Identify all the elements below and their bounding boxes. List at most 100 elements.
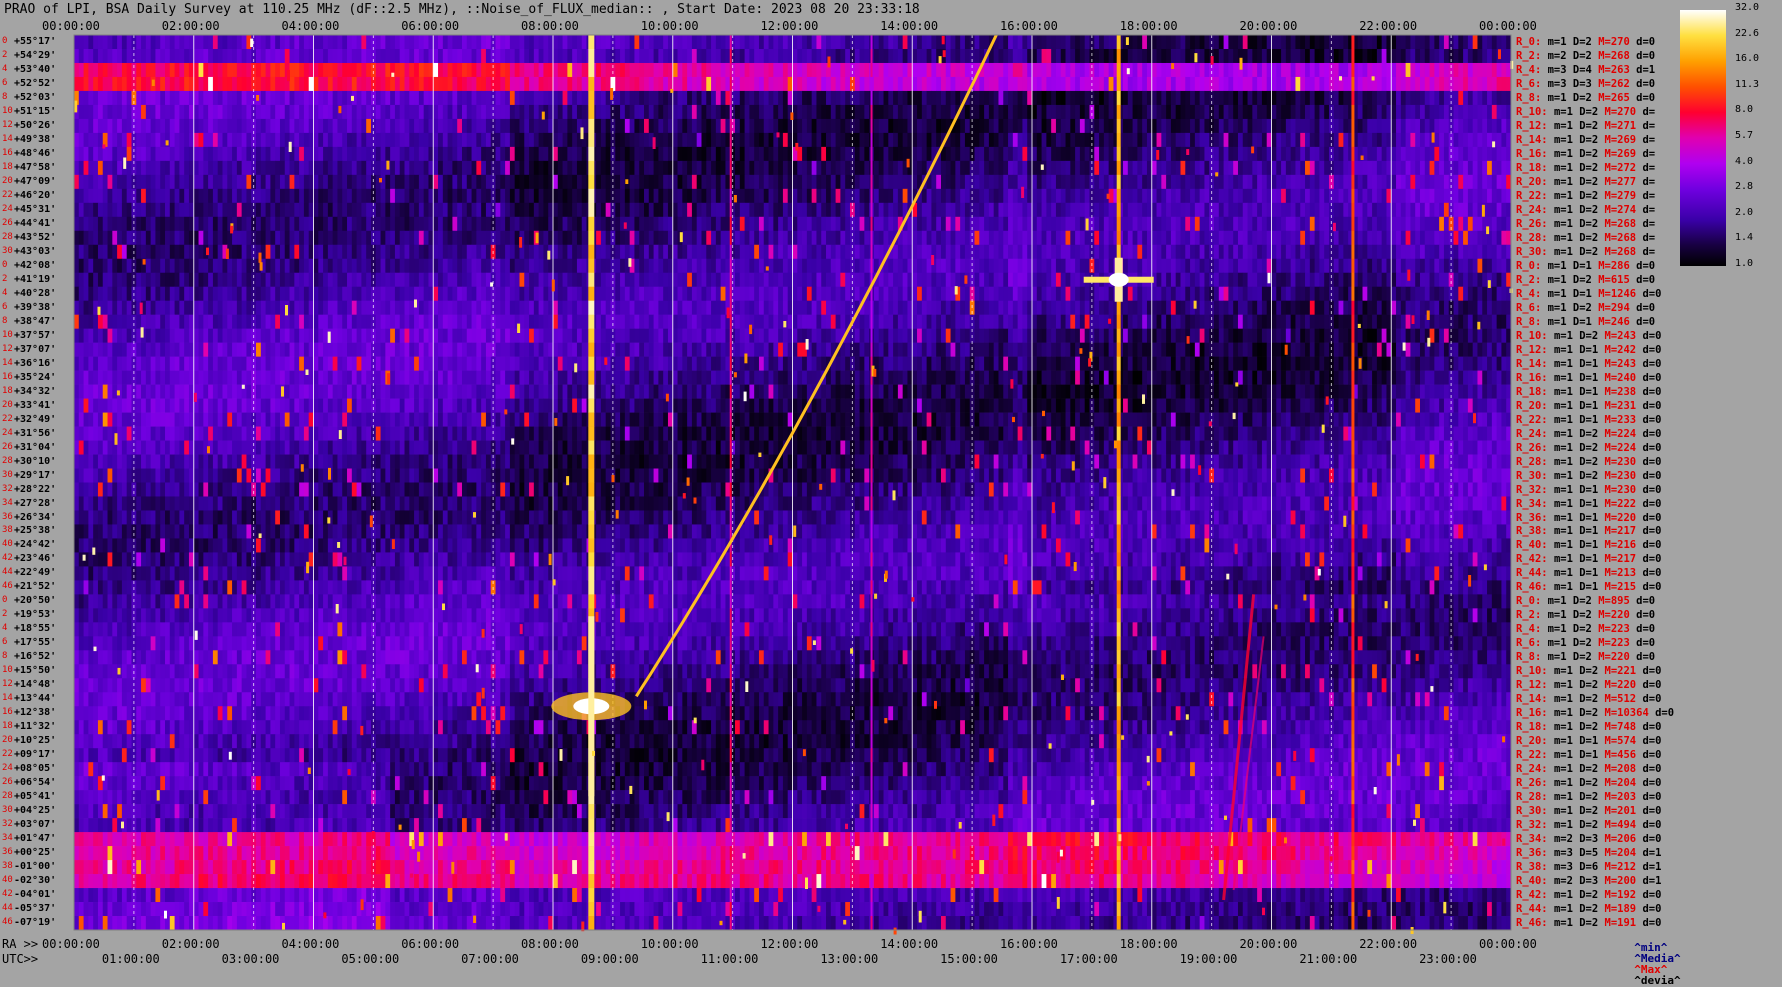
heat-cell — [840, 258, 846, 274]
heat-cell — [1271, 188, 1277, 204]
heat-cell — [327, 35, 334, 50]
heat-cell — [275, 76, 281, 92]
heat-cell — [835, 62, 841, 78]
heat-cell — [1079, 230, 1086, 246]
heat-cell — [1419, 202, 1426, 218]
heat-cell — [366, 90, 372, 106]
heat-cell — [461, 174, 468, 190]
heat-cell — [639, 62, 645, 78]
heat-cell — [859, 230, 865, 246]
heat-cell — [169, 104, 175, 120]
heat-cell — [639, 76, 645, 92]
heat-cell — [313, 132, 319, 148]
heat-cell — [1491, 244, 1498, 260]
heat-cell — [471, 216, 477, 232]
heat-cell — [773, 118, 779, 134]
heat-cell — [1434, 35, 1440, 50]
heat-cell — [1175, 104, 1181, 120]
heat-cell — [706, 146, 712, 162]
heat-cell — [1357, 48, 1363, 64]
heat-cell — [658, 90, 664, 106]
heat-cell — [160, 48, 166, 64]
heat-cell — [423, 216, 429, 232]
heat-cell — [1175, 132, 1181, 148]
heat-cell — [1343, 230, 1349, 246]
heat-cell — [835, 118, 841, 134]
heat-cell — [572, 35, 578, 50]
heat-cell — [1463, 76, 1469, 92]
heat-cell — [840, 146, 846, 162]
heat-cell — [529, 202, 535, 218]
heat-cell — [1391, 76, 1397, 92]
heat-cell — [1032, 188, 1038, 204]
heat-cell — [888, 174, 894, 190]
heat-cell — [337, 202, 343, 218]
heat-cell — [447, 62, 453, 78]
heat-cell — [596, 258, 602, 274]
heat-cell — [778, 90, 784, 106]
heat-cell — [543, 62, 549, 78]
heat-cell — [145, 202, 152, 218]
heat-cell — [600, 104, 607, 120]
heat-cell — [1012, 244, 1019, 260]
heat-cell — [974, 216, 980, 232]
heat-cell — [1151, 76, 1157, 92]
heat-cell — [984, 258, 990, 274]
heat-cell — [1108, 104, 1114, 120]
heat-cell — [691, 62, 698, 78]
heat-cell — [394, 62, 401, 78]
heat-cell — [409, 202, 415, 218]
heat-cell — [155, 146, 161, 162]
heat-cell — [481, 104, 487, 120]
heat-cell — [1223, 35, 1229, 50]
heat-cell — [385, 230, 391, 246]
heat-cell — [998, 146, 1004, 162]
heat-cell — [236, 62, 243, 78]
heat-cell — [950, 216, 956, 232]
heat-cell — [1233, 216, 1239, 232]
heat-cell — [514, 160, 520, 176]
heat-cell — [811, 188, 817, 204]
heat-cell — [299, 258, 305, 274]
heat-cell — [1199, 202, 1205, 218]
heat-cell — [174, 230, 180, 246]
heat-cell — [505, 216, 511, 232]
heat-cell — [404, 258, 410, 274]
heat-cell — [1419, 216, 1426, 232]
heat-cell — [1084, 35, 1090, 50]
heat-cell — [1190, 132, 1196, 148]
heat-cell — [1166, 230, 1172, 246]
heat-cell — [984, 35, 990, 50]
heat-cell — [112, 132, 118, 148]
heat-cell — [878, 118, 884, 134]
heat-cell — [1242, 202, 1248, 218]
heat-cell — [78, 62, 84, 78]
heat-cell — [102, 118, 108, 134]
heat-cell — [160, 62, 166, 78]
heat-cell — [739, 62, 745, 78]
heat-cell — [1295, 104, 1301, 120]
heat-cell — [1281, 174, 1287, 190]
heat-cell — [1055, 104, 1062, 120]
heat-cell — [816, 132, 822, 148]
heat-cell — [93, 230, 99, 246]
heat-cell — [1242, 35, 1248, 50]
heat-cell — [1070, 132, 1076, 148]
heat-cell — [859, 62, 865, 78]
heat-cell — [347, 104, 353, 120]
heat-cell — [1458, 132, 1464, 148]
heat-cell — [1237, 244, 1244, 260]
heat-cell — [361, 216, 367, 232]
heat-cell — [1343, 160, 1349, 176]
heat-cell — [840, 244, 846, 260]
heat-cell — [720, 230, 726, 246]
heat-cell — [988, 118, 995, 134]
heat-cell — [1003, 132, 1009, 148]
heat-cell — [1094, 132, 1100, 148]
heat-cell — [169, 230, 175, 246]
heat-cell — [696, 216, 702, 232]
heat-cell — [1472, 62, 1478, 78]
heat-cell — [1051, 174, 1057, 190]
heat-cell — [1008, 146, 1014, 162]
heat-cell — [1055, 48, 1062, 64]
